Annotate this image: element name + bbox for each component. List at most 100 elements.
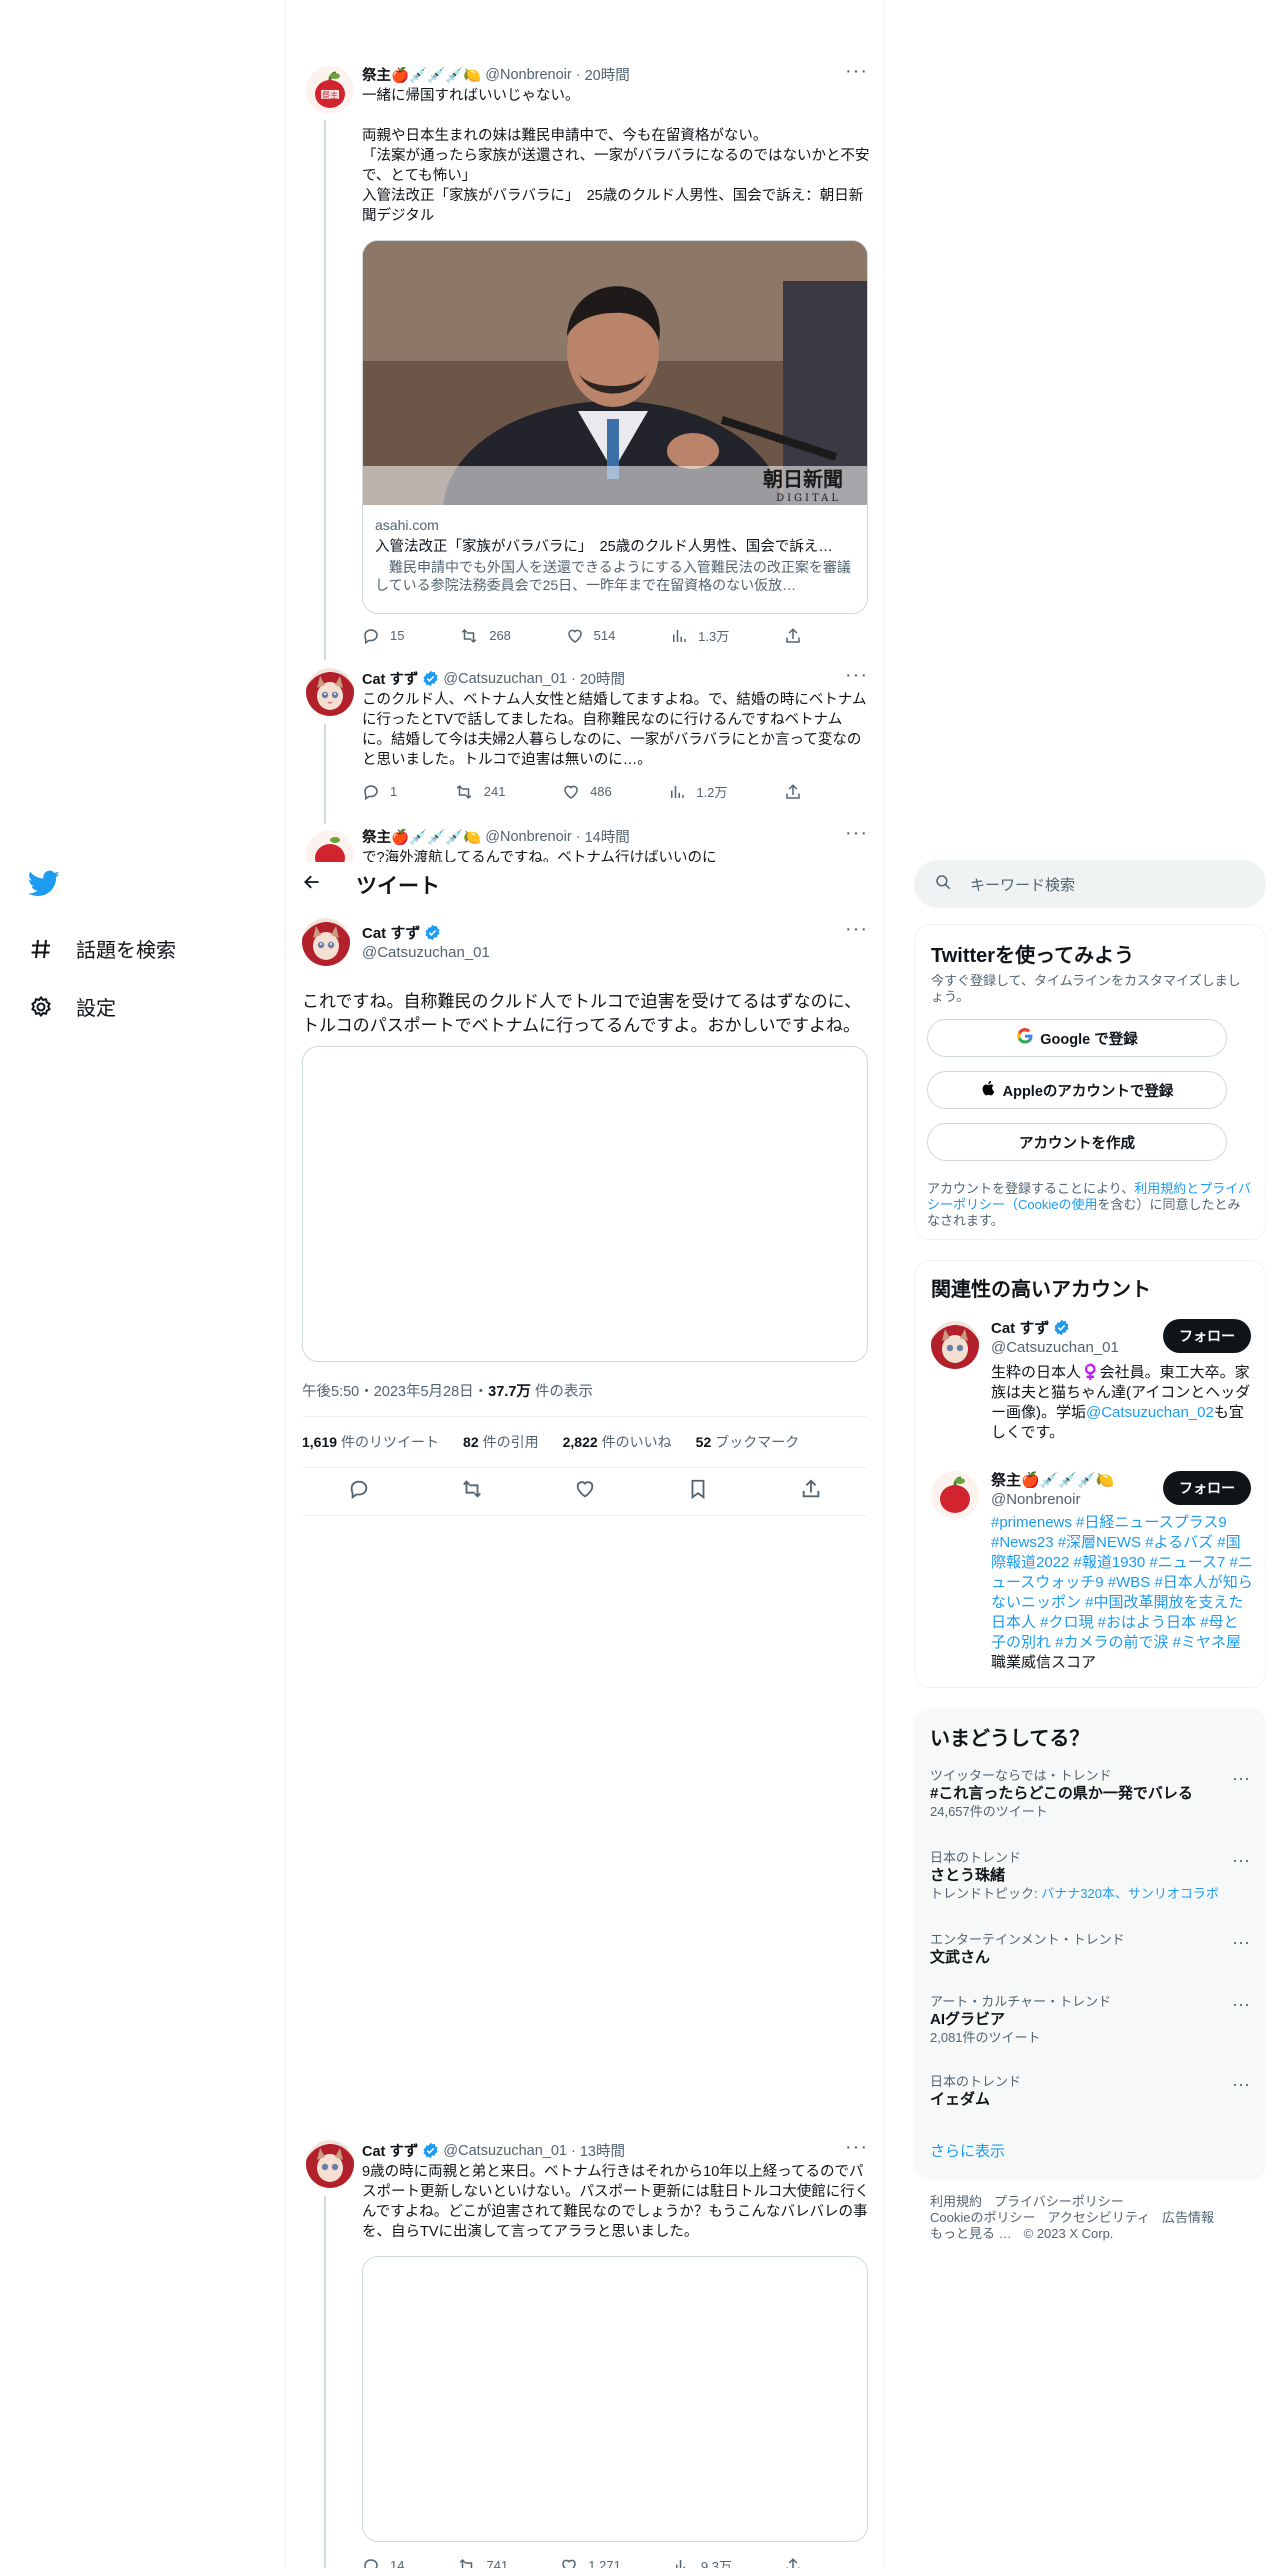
trend-item[interactable]: ツイッターならでは・トレンド #これ言ったらどこの県か一発でバレる 24,657… — [930, 1768, 1250, 1820]
google-signup-button[interactable]: Google で登録 — [927, 1019, 1227, 1057]
account-item[interactable]: Cat すず @Catsuzuchan_01 フォロー 生粋の日本人♀️会社員。… — [915, 1315, 1267, 1455]
share-button[interactable] — [784, 2556, 802, 2568]
reply-button[interactable]: 14 — [362, 2556, 404, 2568]
account-item[interactable]: 祭主🍎💉💉💉🍋 @Nonbrenoir フォロー #primenews #日経ニ… — [915, 1467, 1267, 1677]
hashtag-icon — [28, 936, 54, 962]
trend-item[interactable]: 日本のトレンド イェダム ··· — [930, 2074, 1250, 2110]
avatar[interactable] — [306, 668, 354, 716]
reply-button[interactable]: 15 — [362, 626, 404, 645]
more-icon[interactable]: ··· — [1232, 1932, 1250, 1953]
signup-subtitle: 今すぐ登録して、タイムラインをカスタマイズしましょう。 — [931, 973, 1241, 1004]
google-icon — [1016, 1027, 1034, 1049]
back-arrow-icon[interactable] — [302, 872, 332, 898]
main-tweet-actions — [302, 1468, 868, 1516]
nav-settings[interactable]: 設定 — [28, 992, 116, 1021]
more-icon[interactable]: ··· — [845, 664, 868, 687]
avatar[interactable] — [306, 830, 354, 862]
tweet-time[interactable]: 20時間 — [580, 668, 625, 689]
retweet-count[interactable]: 1,619 件のリツイート — [302, 1432, 439, 1452]
bookmark-icon[interactable] — [687, 1478, 709, 1505]
retweet-button[interactable]: 268 — [459, 626, 511, 645]
gear-icon — [28, 994, 54, 1020]
bio-hashtags[interactable]: #primenews #日経ニュースプラス9 #News23 #深層NEWS #… — [991, 1514, 1253, 1651]
avatar[interactable]: 祭主 — [306, 66, 354, 114]
create-account-button[interactable]: アカウントを作成 — [927, 1123, 1227, 1161]
more-icon[interactable]: ··· — [845, 2136, 868, 2159]
more-icon[interactable]: ··· — [845, 918, 868, 941]
author-name[interactable]: Cat すず — [362, 2140, 418, 2161]
views-icon — [675, 2559, 685, 2568]
like-button[interactable]: 486 — [562, 782, 612, 801]
author-name[interactable]: Cat すず — [362, 668, 418, 689]
account-name[interactable]: Cat すず — [991, 1317, 1049, 1338]
views-button[interactable]: 1.2万 — [668, 782, 727, 801]
search-input[interactable]: キーワード検索 — [914, 860, 1266, 908]
follow-button[interactable]: フォロー — [1163, 1319, 1251, 1353]
quote-count[interactable]: 82 件の引用 — [463, 1432, 539, 1452]
more-icon[interactable]: ··· — [1232, 2074, 1250, 2095]
show-more-link[interactable]: さらに表示 — [930, 2140, 1005, 2161]
tweet-thread-3[interactable]: 祭主🍎💉💉💉🍋 @Nonbrenoir · 14時間 ··· で?海外渡航してる… — [286, 824, 884, 862]
verified-badge-icon — [1053, 1319, 1070, 1336]
signup-legal-text: アカウントを登録することにより、利用規約とプライバシーポリシー（Cookieの使… — [927, 1181, 1251, 1228]
retweet-icon[interactable] — [461, 1478, 483, 1505]
share-button[interactable] — [784, 782, 802, 801]
retweet-button[interactable]: 241 — [454, 782, 506, 801]
author-name[interactable]: Cat すず — [362, 922, 420, 943]
tweet-thread-1[interactable]: 祭主 祭主🍎💉💉💉🍋 @Nonbrenoir · 20時間 ··· 一緒に帰国す… — [286, 60, 884, 660]
trends-title: いまどうしてる？ — [930, 1728, 1090, 1750]
nav-explore[interactable]: 話題を検索 — [28, 934, 176, 963]
embedded-media[interactable] — [362, 2256, 868, 2542]
author-name[interactable]: 祭主🍎💉💉💉🍋 — [362, 826, 481, 847]
share-icon — [786, 627, 800, 643]
like-button[interactable]: 514 — [566, 626, 615, 645]
retweet-button[interactable]: 741 — [457, 2556, 508, 2568]
more-icon[interactable]: ··· — [1232, 1768, 1250, 1789]
trend-item[interactable]: 日本のトレンド さとう珠緒 トレンドトピック: バナナ320本、サンリオコラボ … — [930, 1850, 1250, 1902]
apple-signup-button[interactable]: Appleのアカウントで登録 — [927, 1071, 1227, 1109]
account-handle[interactable]: @Catsuzuchan_01 — [991, 1339, 1119, 1356]
more-icon[interactable]: ··· — [845, 60, 868, 83]
trends-panel: いまどうしてる？ ツイッターならでは・トレンド #これ言ったらどこの県か一発でバ… — [914, 1708, 1266, 2180]
tweet-time[interactable]: 20時間 — [585, 64, 630, 85]
embedded-media[interactable] — [302, 1046, 868, 1362]
views-button[interactable]: 1.3万 — [670, 626, 729, 645]
author-handle[interactable]: @Nonbrenoir — [485, 67, 571, 83]
like-button[interactable]: 1,271 — [560, 2556, 621, 2568]
twitter-bird-icon[interactable] — [27, 870, 62, 900]
tweet-actions: 1 241 486 1.2万 — [362, 782, 802, 801]
more-icon[interactable]: ··· — [845, 824, 868, 845]
author-handle[interactable]: @Catsuzuchan_01 — [362, 944, 490, 961]
account-name[interactable]: 祭主🍎💉💉💉🍋 — [991, 1469, 1114, 1490]
reply-button[interactable]: 1 — [362, 782, 397, 801]
author-handle[interactable]: @Catsuzuchan_01 — [443, 2143, 567, 2159]
reply-tweet[interactable]: Cat すず @Catsuzuchan_01 · 13時間 ··· 9歳の時に両… — [286, 2136, 884, 2568]
author-name[interactable]: 祭主🍎💉💉💉🍋 — [362, 64, 481, 85]
reply-icon[interactable] — [348, 1478, 370, 1505]
bookmark-count[interactable]: 52 ブックマーク — [696, 1432, 800, 1452]
retweet-icon — [459, 2558, 472, 2568]
share-button[interactable] — [784, 626, 802, 645]
tweet-time[interactable]: 13時間 — [580, 2140, 625, 2161]
avatar[interactable] — [931, 1321, 979, 1369]
avatar[interactable] — [302, 918, 350, 966]
views-button[interactable]: 9.3万 — [673, 2556, 732, 2568]
author-handle[interactable]: @Catsuzuchan_01 — [443, 671, 567, 687]
follow-button[interactable]: フォロー — [1163, 1471, 1251, 1505]
share-icon — [786, 783, 800, 799]
heart-icon[interactable] — [574, 1478, 596, 1505]
trend-item[interactable]: アート・カルチャー・トレンド AIグラビア 2,081件のツイート ··· — [930, 1994, 1250, 2046]
avatar[interactable] — [931, 1471, 979, 1519]
author-handle[interactable]: @Nonbrenoir — [485, 829, 571, 845]
account-handle[interactable]: @Nonbrenoir — [991, 1491, 1080, 1508]
link-card[interactable]: 朝日新聞 DIGITAL asahi.com 入管法改正「家族がバラバラに」 2… — [362, 240, 868, 614]
bio-link[interactable]: @Catsuzuchan_02 — [1086, 1404, 1214, 1421]
trend-item[interactable]: エンターテインメント・トレンド 文武さん ··· — [930, 1932, 1250, 1968]
tweet-time[interactable]: 14時間 — [585, 826, 630, 847]
tweet-thread-2[interactable]: Cat すず @Catsuzuchan_01 · 20時間 ··· このクルド人… — [286, 664, 884, 824]
share-icon[interactable] — [800, 1478, 822, 1505]
avatar[interactable] — [306, 2140, 354, 2188]
more-icon[interactable]: ··· — [1232, 1850, 1250, 1871]
like-count[interactable]: 2,822 件のいいね — [563, 1432, 672, 1452]
more-icon[interactable]: ··· — [1232, 1994, 1250, 2015]
